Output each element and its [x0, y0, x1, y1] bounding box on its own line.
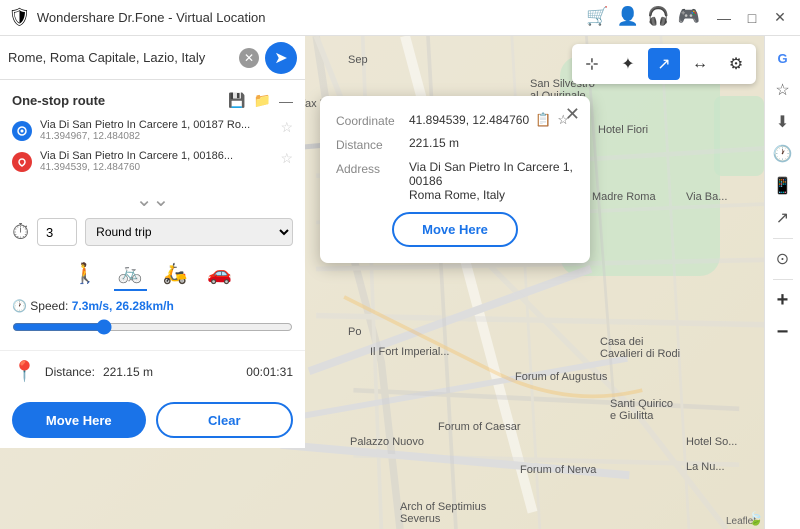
toolbar-divider-2: [773, 279, 793, 280]
popup-coordinate-row: Coordinate 41.894539, 12.484760 📋 ☆: [336, 112, 574, 128]
leaflet-icon: 🍃: [748, 511, 764, 527]
search-go-button[interactable]: ➤: [265, 42, 297, 74]
zoom-in-button[interactable]: +: [769, 286, 797, 314]
device-button[interactable]: 📱: [769, 172, 797, 200]
google-maps-button[interactable]: G: [769, 44, 797, 72]
action-row: Move Here Clear: [0, 392, 305, 448]
app-icon: 🛡: [8, 7, 31, 28]
close-button[interactable]: ✕: [768, 6, 792, 30]
popup-close-button[interactable]: ✕: [565, 104, 580, 125]
route-dot-2: [12, 152, 32, 172]
history-button[interactable]: 🕐: [769, 140, 797, 168]
map-area: Wax Museum Pace Helvezia San Silvestroal…: [0, 36, 800, 529]
one-stop-tool-button[interactable]: ↗: [648, 48, 680, 80]
route-item-2-coords: 41.394539, 12.484760: [40, 162, 272, 173]
game-icon: 🎮: [678, 6, 700, 30]
info-popup: ✕ Coordinate 41.894539, 12.484760 📋 ☆ Di…: [320, 96, 590, 263]
distance-value: 221.15 m: [103, 365, 153, 379]
search-clear-button[interactable]: ✕: [239, 48, 259, 68]
route-item-2-star[interactable]: ☆: [280, 150, 293, 167]
flexible-tool-button[interactable]: ↔: [684, 48, 716, 80]
center-location-button[interactable]: ⊙: [769, 245, 797, 273]
route-save-button[interactable]: 💾: [228, 92, 245, 109]
popup-distance-row: Distance 221.15 m: [336, 136, 574, 152]
minimize-button[interactable]: —: [712, 6, 736, 30]
map-marker-icon: 📍: [12, 359, 37, 384]
route-item-2-text: Via Di San Pietro In Carcere 1, 00186...…: [40, 150, 272, 173]
navigate-button[interactable]: ↗: [769, 204, 797, 232]
speed-row: 🕐 Speed: 7.3m/s, 26.28km/h: [12, 299, 293, 313]
route-panel: One-stop route 💾 📁 — Via Di San Pietro I…: [0, 80, 305, 351]
search-input[interactable]: [8, 50, 233, 65]
toolbar-divider: [773, 238, 793, 239]
multi-stop-tool-button[interactable]: ✦: [612, 48, 644, 80]
scooter-mode-button[interactable]: 🛵: [159, 257, 192, 290]
route-item-1: Via Di San Pietro In Carcere 1, 00187 Ro…: [12, 119, 293, 142]
speed-slider[interactable]: [12, 319, 293, 335]
controls-panel: 📍 Distance: 221.15 m 00:01:31: [0, 351, 305, 392]
clock-icon: ⏱: [12, 219, 29, 245]
maximize-button[interactable]: □: [740, 6, 764, 30]
walk-mode-button[interactable]: 🚶: [69, 257, 102, 290]
transport-mode-row: 🚶 🚲 🛵 🚗: [12, 256, 293, 291]
user-icon: 👤: [617, 6, 639, 30]
trip-mode-select[interactable]: Round trip One way Infinite loop: [85, 218, 293, 246]
popup-distance-label: Distance: [336, 136, 401, 152]
popup-coordinate-value: 41.894539, 12.484760 📋 ☆: [409, 112, 569, 128]
popup-address-label: Address: [336, 160, 401, 202]
title-text: Wondershare Dr.Fone - Virtual Location: [37, 10, 586, 25]
titlebar: 🛡 Wondershare Dr.Fone - Virtual Location…: [0, 0, 800, 36]
popup-coordinate-label: Coordinate: [336, 112, 401, 128]
chevron-down-icon: ⌄⌄: [136, 189, 170, 211]
popup-coordinate-text: 41.894539, 12.484760: [409, 113, 529, 127]
distance-row: 📍 Distance: 221.15 m 00:01:31: [12, 359, 293, 384]
route-item-1-label: Via Di San Pietro In Carcere 1, 00187 Ro…: [40, 119, 272, 131]
route-load-button[interactable]: 📁: [254, 92, 271, 109]
zoom-out-button[interactable]: −: [769, 318, 797, 346]
distance-time: 00:01:31: [246, 365, 293, 379]
trip-controls-row: ⏱ Round trip One way Infinite loop: [12, 218, 293, 246]
route-minimize-button[interactable]: —: [279, 92, 293, 109]
popup-distance-value: 221.15 m: [409, 136, 459, 152]
popup-address-row: Address Via Di San Pietro In Carcere 1, …: [336, 160, 574, 202]
speed-value-kmh: 26.28km/h: [116, 299, 174, 313]
clear-button[interactable]: Clear: [156, 402, 294, 438]
settings-tool-button[interactable]: ⚙: [720, 48, 752, 80]
teleport-tool-button[interactable]: ⊹: [576, 48, 608, 80]
help-icon: 🎧: [647, 6, 669, 30]
route-dot-1: [12, 121, 32, 141]
search-bar: ✕ ➤: [0, 36, 305, 80]
route-item-1-coords: 41.394967, 12.484082: [40, 131, 272, 142]
route-item-2-label: Via Di San Pietro In Carcere 1, 00186...: [40, 150, 272, 162]
bike-mode-button[interactable]: 🚲: [114, 256, 147, 291]
popup-move-here-button[interactable]: Move Here: [392, 212, 518, 247]
move-here-button[interactable]: Move Here: [12, 402, 146, 438]
right-toolbar: G ☆ ⬇ 🕐 📱 ↗ ⊙ + −: [764, 36, 800, 529]
car-mode-button[interactable]: 🚗: [203, 257, 236, 290]
cart-icon: 🛒: [586, 6, 608, 30]
distance-label: Distance:: [45, 365, 95, 379]
left-panel: ✕ ➤ One-stop route 💾 📁 — Via Di San Piet…: [0, 36, 305, 529]
route-item-1-star[interactable]: ☆: [280, 119, 293, 136]
route-item-1-text: Via Di San Pietro In Carcere 1, 00187 Ro…: [40, 119, 272, 142]
title-controls: 🛒 👤 🎧 🎮 — □ ✕: [586, 6, 792, 30]
route-panel-header: One-stop route 💾 📁 —: [12, 92, 293, 109]
top-map-toolbar: ⊹ ✦ ↗ ↔ ⚙: [572, 44, 756, 84]
favorites-button[interactable]: ☆: [769, 76, 797, 104]
speed-slider-container: [12, 319, 293, 338]
popup-address-value: Via Di San Pietro In Carcere 1, 00186Rom…: [409, 160, 574, 202]
speed-value-ms: 7.3m/s,: [72, 299, 113, 313]
chevron-area: ⌄⌄: [12, 181, 293, 218]
speed-label: Speed:: [30, 299, 68, 313]
speed-gauge-icon: 🕐: [12, 299, 27, 313]
trip-count-input[interactable]: [37, 218, 77, 246]
download-button[interactable]: ⬇: [769, 108, 797, 136]
route-item-2: Via Di San Pietro In Carcere 1, 00186...…: [12, 150, 293, 173]
popup-copy-button[interactable]: 📋: [535, 112, 551, 128]
route-panel-icons: 💾 📁 —: [228, 92, 293, 109]
route-panel-title: One-stop route: [12, 93, 105, 108]
